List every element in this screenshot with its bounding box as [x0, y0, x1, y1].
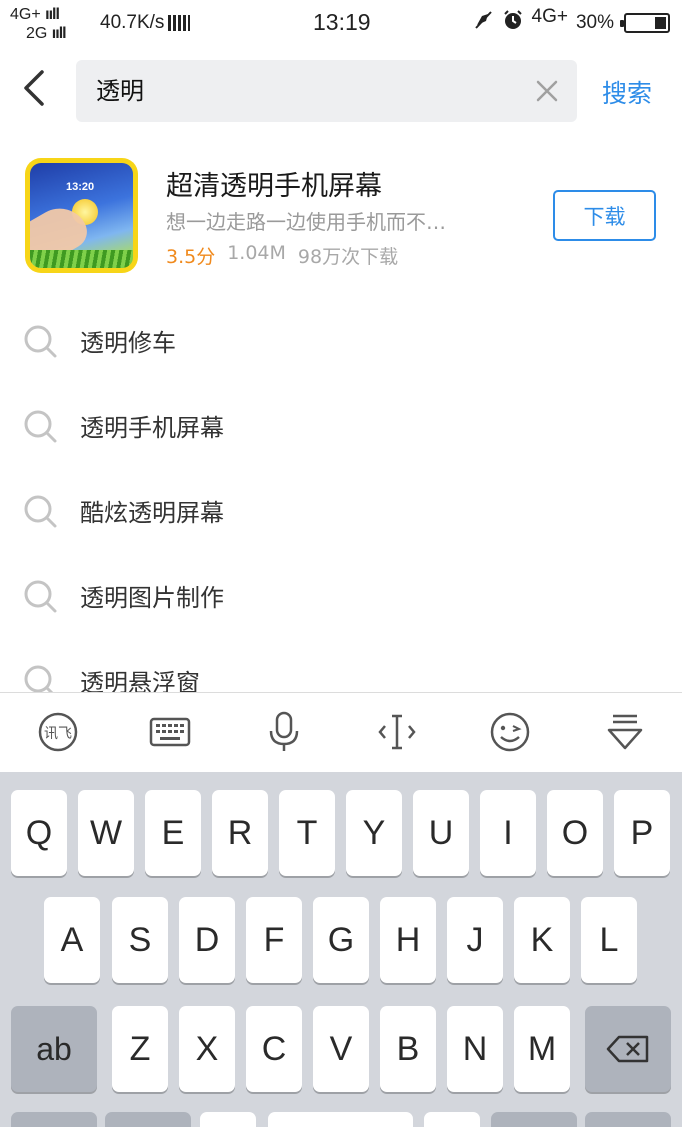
- key-n[interactable]: N: [447, 1006, 503, 1092]
- app-name[interactable]: 超清透明手机屏幕: [166, 164, 382, 203]
- key-y[interactable]: Y: [346, 790, 402, 876]
- mute-icon: [474, 10, 494, 36]
- key-partial[interactable]: [200, 1112, 256, 1127]
- suggestion-label: 透明悬浮窗: [80, 669, 200, 692]
- search-icon: [24, 665, 54, 692]
- app-downloads: 98万次下载: [297, 246, 399, 268]
- key-u[interactable]: U: [413, 790, 469, 876]
- mode-switch-key[interactable]: ab: [11, 1006, 97, 1092]
- search-icon: [24, 410, 57, 442]
- key-b[interactable]: B: [380, 1006, 436, 1092]
- app-result[interactable]: 13:20 超清透明手机屏幕 想一边走路一边使用手机而不… 3.5分 1.04M…: [0, 150, 682, 280]
- close-icon: [536, 80, 558, 102]
- key-l[interactable]: L: [581, 897, 637, 983]
- key-partial[interactable]: [491, 1112, 577, 1127]
- cursor-icon[interactable]: [373, 707, 421, 757]
- key-partial[interactable]: [105, 1112, 191, 1127]
- app-icon[interactable]: 13:20: [25, 158, 138, 273]
- key-o[interactable]: O: [547, 790, 603, 876]
- key-f[interactable]: F: [246, 897, 302, 983]
- battery-fill: [654, 17, 666, 29]
- suggestion-list: 透明修车 透明手机屏幕 酷炫透明屏幕 透明图片制作 透明悬浮窗: [0, 298, 682, 692]
- search-icon: [24, 325, 57, 357]
- network-type-bottom: 2G: [26, 25, 48, 42]
- key-c[interactable]: C: [246, 1006, 302, 1092]
- back-button[interactable]: [18, 68, 58, 112]
- keyboard-toolbar: 讯飞: [0, 692, 682, 772]
- back-arrow-icon: [24, 70, 44, 106]
- app-meta: 3.5分 1.04M 98万次下载: [166, 242, 398, 269]
- search-box[interactable]: 透明: [76, 60, 577, 122]
- xunfei-logo-icon[interactable]: 讯飞: [34, 707, 82, 757]
- key-partial[interactable]: [11, 1112, 97, 1127]
- grass-decoration: [30, 250, 133, 268]
- app-size: 1.04M: [227, 242, 286, 264]
- backspace-key[interactable]: [585, 1006, 671, 1092]
- collapse-keyboard-icon[interactable]: [601, 707, 649, 757]
- search-icon: [24, 495, 57, 527]
- network-type-top: 4G+: [10, 6, 41, 23]
- suggestion-item[interactable]: 透明悬浮窗: [0, 638, 682, 692]
- suggestion-item[interactable]: 酷炫透明屏幕: [0, 468, 682, 553]
- key-m[interactable]: M: [514, 1006, 570, 1092]
- key-r[interactable]: R: [212, 790, 268, 876]
- key-g[interactable]: G: [313, 897, 369, 983]
- status-icons: 4G+ 30%: [474, 6, 670, 40]
- keyboard-icon[interactable]: [146, 707, 194, 757]
- key-t[interactable]: T: [279, 790, 335, 876]
- svg-text:讯飞: 讯飞: [44, 726, 72, 742]
- key-j[interactable]: J: [447, 897, 503, 983]
- key-k[interactable]: K: [514, 897, 570, 983]
- key-s[interactable]: S: [112, 897, 168, 983]
- key-p[interactable]: P: [614, 790, 670, 876]
- app-description: 想一边走路一边使用手机而不…: [166, 210, 446, 234]
- download-button[interactable]: 下载: [553, 190, 656, 241]
- suggestion-label: 透明图片制作: [80, 584, 224, 612]
- app-icon-clock: 13:20: [66, 181, 95, 193]
- key-q[interactable]: Q: [11, 790, 67, 876]
- network-type-right: 4G+: [531, 6, 568, 27]
- suggestion-item[interactable]: 透明图片制作: [0, 553, 682, 638]
- search-icon: [24, 580, 57, 612]
- alarm-icon: [502, 9, 524, 37]
- battery-percent: 30%: [575, 12, 614, 33]
- network-indicator: 4G+ ııll 2G ııll: [10, 5, 67, 43]
- suggestion-item[interactable]: 透明手机屏幕: [0, 383, 682, 468]
- emoji-icon[interactable]: [486, 707, 534, 757]
- signal-icon: ııll: [45, 6, 60, 23]
- key-h[interactable]: H: [380, 897, 436, 983]
- status-bar: 4G+ ııll 2G ııll 40.7K/s 13:19 4G+ 30%: [0, 0, 682, 48]
- space-key[interactable]: [268, 1112, 413, 1127]
- search-button[interactable]: 搜索: [602, 74, 652, 110]
- app-rating: 3.5分: [166, 246, 216, 268]
- suggestion-label: 透明手机屏幕: [80, 414, 224, 442]
- clear-button[interactable]: [533, 77, 561, 105]
- key-v[interactable]: V: [313, 1006, 369, 1092]
- key-partial[interactable]: [424, 1112, 480, 1127]
- key-d[interactable]: D: [179, 897, 235, 983]
- data-icon: [168, 15, 191, 31]
- keyboard: Q W E R T Y U I O P A S D F G H J K L ab…: [0, 772, 682, 1127]
- search-header: 透明 搜索: [0, 56, 682, 126]
- search-input[interactable]: 透明: [96, 60, 516, 122]
- suggestion-item[interactable]: 透明修车: [0, 298, 682, 383]
- key-i[interactable]: I: [480, 790, 536, 876]
- key-partial[interactable]: [585, 1112, 671, 1127]
- suggestion-label: 酷炫透明屏幕: [80, 499, 224, 527]
- microphone-icon[interactable]: [260, 707, 308, 757]
- key-z[interactable]: Z: [112, 1006, 168, 1092]
- key-e[interactable]: E: [145, 790, 201, 876]
- key-a[interactable]: A: [44, 897, 100, 983]
- signal-icon-2: ııll: [51, 25, 67, 42]
- key-w[interactable]: W: [78, 790, 134, 876]
- clock: 13:19: [313, 9, 371, 35]
- backspace-icon: [606, 1035, 649, 1063]
- suggestion-label: 透明修车: [80, 329, 176, 357]
- network-speed: 40.7K/s: [100, 12, 191, 34]
- battery-icon: [620, 13, 670, 33]
- key-x[interactable]: X: [179, 1006, 235, 1092]
